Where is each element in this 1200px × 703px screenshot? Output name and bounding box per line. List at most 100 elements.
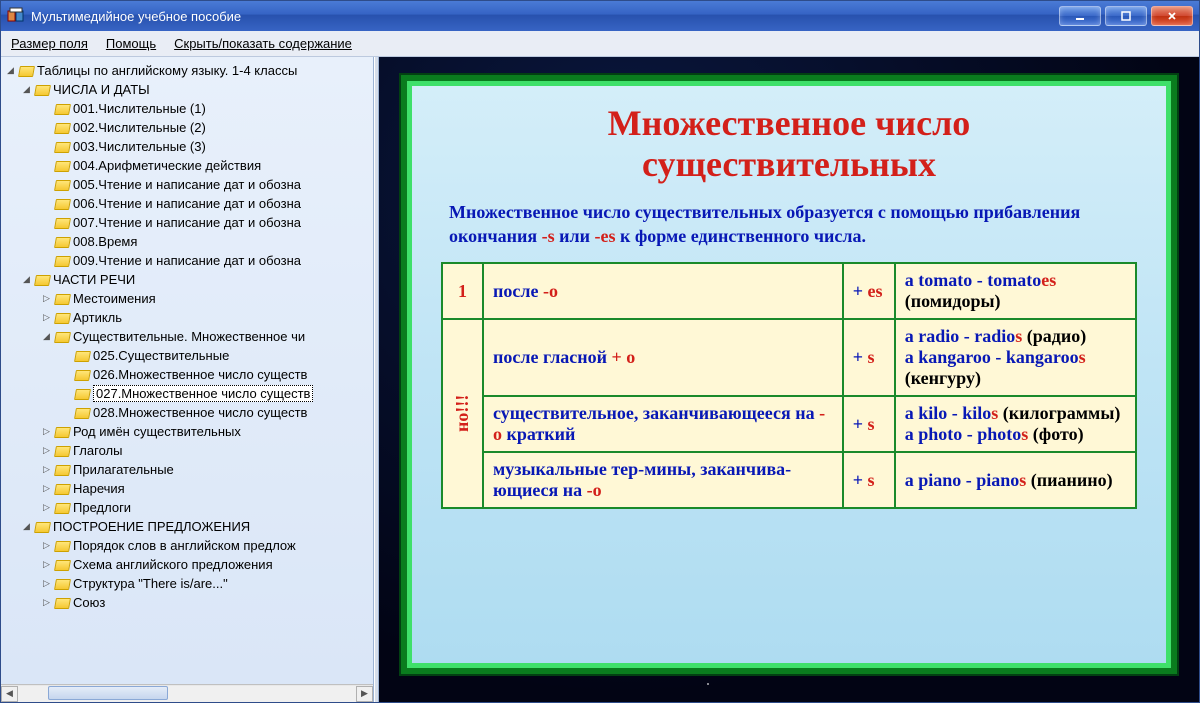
tree-item[interactable]: ▷Предлоги <box>1 498 373 517</box>
page-icon <box>75 407 89 419</box>
tree-item-selected[interactable]: 027.Множественное число существ <box>1 384 373 403</box>
scroll-left-button[interactable]: ◀ <box>1 686 18 702</box>
tree-scroll[interactable]: ◢Таблицы по английскому языку. 1-4 класс… <box>1 57 373 684</box>
condition-cell: существительное, заканчивающееся на -o к… <box>483 396 843 452</box>
tree-item[interactable]: ▷Местоимения <box>1 289 373 308</box>
menubar: Размер поля Помощь Скрыть/показать содер… <box>1 31 1199 57</box>
tree-item-nouns[interactable]: ◢Существительные. Множественное чи <box>1 327 373 346</box>
folder-icon <box>35 84 49 96</box>
close-button[interactable] <box>1151 6 1193 26</box>
window-title: Мультимедийное учебное пособие <box>31 9 1059 24</box>
page-icon <box>55 179 69 191</box>
tree-item[interactable]: ▷Схема английского предложения <box>1 555 373 574</box>
tree-item[interactable]: 007.Чтение и написание дат и обозна <box>1 213 373 232</box>
page-icon <box>55 255 69 267</box>
tree-item[interactable]: ▷Род имён существительных <box>1 422 373 441</box>
collapse-icon[interactable]: ◢ <box>21 274 32 285</box>
condition-cell: после -o <box>483 263 843 319</box>
table-row: существительное, заканчивающееся на -o к… <box>442 396 1136 452</box>
slide-title: Множественное числосуществительных <box>441 103 1137 186</box>
main-panel: Множественное числосуществительных Множе… <box>379 57 1199 702</box>
expand-icon[interactable]: ▷ <box>41 578 52 589</box>
expand-icon[interactable]: ▷ <box>41 483 52 494</box>
suffix-cell: + s <box>843 452 895 508</box>
tree-item[interactable]: 009.Чтение и написание дат и обозна <box>1 251 373 270</box>
suffix-cell: + es <box>843 263 895 319</box>
collapse-icon[interactable]: ◢ <box>21 84 32 95</box>
folder-icon <box>55 445 69 457</box>
tree-item[interactable]: 005.Чтение и написание дат и обозна <box>1 175 373 194</box>
tree-item[interactable]: 004.Арифметические действия <box>1 156 373 175</box>
expand-icon[interactable]: ▷ <box>41 426 52 437</box>
folder-icon <box>55 331 69 343</box>
tree-root[interactable]: ◢Таблицы по английскому языку. 1-4 класс… <box>1 61 373 80</box>
maximize-button[interactable] <box>1105 6 1147 26</box>
tree-item[interactable]: 008.Время <box>1 232 373 251</box>
folder-icon <box>35 274 49 286</box>
table-row: музыкальные тер-мины, заканчива-ющиеся н… <box>442 452 1136 508</box>
tree-item[interactable]: 001.Числительные (1) <box>1 99 373 118</box>
rules-table: 1 после -o + es a tomato - tomatoes (пом… <box>441 262 1137 509</box>
page-icon <box>75 350 89 362</box>
expand-icon[interactable]: ▷ <box>41 445 52 456</box>
row-number: 1 <box>442 263 483 319</box>
tree-item[interactable]: 026.Множественное число существ <box>1 365 373 384</box>
folder-icon <box>55 559 69 571</box>
expand-icon[interactable]: ▷ <box>41 312 52 323</box>
tree-section-parts[interactable]: ◢ЧАСТИ РЕЧИ <box>1 270 373 289</box>
titlebar[interactable]: Мультимедийное учебное пособие <box>1 1 1199 31</box>
note-cell: но!!! <box>442 319 483 508</box>
folder-icon <box>55 578 69 590</box>
tree-item[interactable]: ▷Прилагательные <box>1 460 373 479</box>
horizontal-scrollbar[interactable]: ◀ ▶ <box>1 684 373 702</box>
menu-field-size[interactable]: Размер поля <box>11 36 88 51</box>
menu-help[interactable]: Помощь <box>106 36 156 51</box>
tree-item[interactable]: ▷Глаголы <box>1 441 373 460</box>
tree-item[interactable]: 025.Существительные <box>1 346 373 365</box>
expand-icon[interactable]: ▷ <box>41 464 52 475</box>
tree-item[interactable]: 006.Чтение и написание дат и обозна <box>1 194 373 213</box>
tree-item[interactable]: ▷Порядок слов в английском предлож <box>1 536 373 555</box>
condition-cell: после гласной + o <box>483 319 843 396</box>
page-icon <box>75 388 89 400</box>
scroll-track[interactable] <box>18 686 356 702</box>
scroll-thumb[interactable] <box>48 686 168 700</box>
collapse-icon[interactable]: ◢ <box>5 65 16 76</box>
example-cell: a piano - pianos (пианино) <box>895 452 1136 508</box>
tree-item[interactable]: 003.Числительные (3) <box>1 137 373 156</box>
expand-icon[interactable]: ▷ <box>41 540 52 551</box>
expand-icon[interactable]: ▷ <box>41 293 52 304</box>
tree-item[interactable]: ▷Союз <box>1 593 373 612</box>
tree-item[interactable]: ▷Наречия <box>1 479 373 498</box>
tree-item[interactable]: 028.Множественное число существ <box>1 403 373 422</box>
slide: Множественное числосуществительных Множе… <box>401 75 1177 674</box>
folder-icon <box>55 426 69 438</box>
folder-icon <box>55 502 69 514</box>
tree-section-numbers[interactable]: ◢ЧИСЛА И ДАТЫ <box>1 80 373 99</box>
expand-icon[interactable]: ▷ <box>41 597 52 608</box>
example-cell: a kilo - kilos (килограммы) a photo - ph… <box>895 396 1136 452</box>
collapse-icon[interactable]: ◢ <box>21 521 32 532</box>
page-icon <box>55 160 69 172</box>
collapse-icon[interactable]: ◢ <box>41 331 52 342</box>
folder-icon <box>35 521 49 533</box>
expand-icon[interactable]: ▷ <box>41 502 52 513</box>
tree-item[interactable]: 002.Числительные (2) <box>1 118 373 137</box>
folder-icon <box>55 597 69 609</box>
example-cell: a radio - radios (радио) a kangaroo - ka… <box>895 319 1136 396</box>
content-area: ◢Таблицы по английскому языку. 1-4 класс… <box>1 57 1199 702</box>
menu-toggle-toc[interactable]: Скрыть/показать содержание <box>174 36 352 51</box>
scroll-right-button[interactable]: ▶ <box>356 686 373 702</box>
folder-icon <box>55 540 69 552</box>
window-controls <box>1059 6 1193 26</box>
folder-icon <box>55 312 69 324</box>
tree-item[interactable]: ▷Структура "There is/are..." <box>1 574 373 593</box>
tree-section-sentence[interactable]: ◢ПОСТРОЕНИЕ ПРЕДЛОЖЕНИЯ <box>1 517 373 536</box>
page-icon <box>55 217 69 229</box>
minimize-button[interactable] <box>1059 6 1101 26</box>
tree-item[interactable]: ▷Артикль <box>1 308 373 327</box>
folder-icon <box>19 65 33 77</box>
suffix-cell: + s <box>843 319 895 396</box>
page-icon <box>55 141 69 153</box>
expand-icon[interactable]: ▷ <box>41 559 52 570</box>
